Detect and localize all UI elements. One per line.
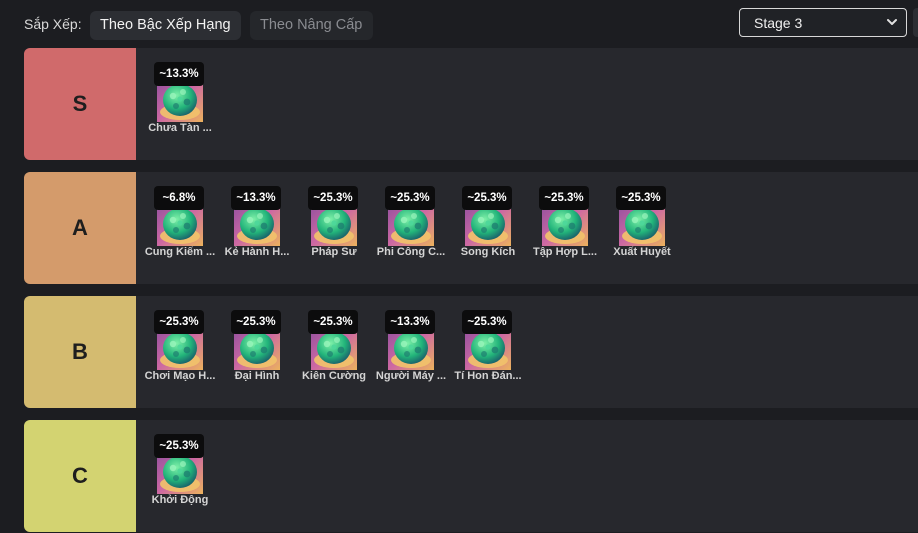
augment-item[interactable]: ~25.3% Đại Hình <box>221 310 297 390</box>
tier-row-s: S ~13.3% Chưa Tàn ... <box>24 48 918 160</box>
tier-label: B <box>24 296 136 408</box>
tier-row-c: C ~25.3% Khởi Động <box>24 420 918 532</box>
sort-by-upgrade-button[interactable]: Theo Nâng Cấp <box>250 11 373 40</box>
augment-name: Pháp Sư <box>311 246 357 258</box>
stage-select[interactable]: Stage 3 <box>739 8 907 37</box>
pick-rate-badge: ~25.3% <box>462 310 512 334</box>
chevron-down-icon <box>887 19 897 25</box>
augment-name: Người Máy ... <box>375 370 447 382</box>
sort-toolbar: Sắp Xếp: Theo Bậc Xếp Hạng Theo Nâng Cấp… <box>0 0 918 48</box>
pick-rate-badge: ~13.3% <box>154 62 204 86</box>
pick-rate-badge: ~13.3% <box>231 186 281 210</box>
augment-name: Phi Công C... <box>376 246 446 258</box>
augment-name: Tập Hợp L... <box>532 246 598 258</box>
pick-rate-badge: ~25.3% <box>231 310 281 334</box>
toolbar-edge-button[interactable] <box>913 8 918 37</box>
sort-by-tier-button[interactable]: Theo Bậc Xếp Hạng <box>90 11 241 40</box>
tier-row-a: A ~6.8% Cung Kiếm ... ~13.3% Kẻ Hành H... ~25… <box>24 172 918 284</box>
pick-rate-badge: ~25.3% <box>616 186 666 210</box>
augment-name: Chơi Mạo H... <box>144 370 216 382</box>
pick-rate-badge: ~6.8% <box>154 186 204 210</box>
augment-name: Kẻ Hành H... <box>224 246 290 258</box>
tier-label: C <box>24 420 136 532</box>
pick-rate-badge: ~25.3% <box>154 310 204 334</box>
augment-item[interactable]: ~25.3% Chơi Mạo H... <box>144 310 220 390</box>
augment-name: Tí Hon Đán... <box>454 370 522 382</box>
pick-rate-badge: ~13.3% <box>385 310 435 334</box>
augment-item[interactable]: ~25.3% Khởi Động <box>144 434 220 514</box>
augment-item[interactable]: ~6.8% Cung Kiếm ... <box>144 186 220 266</box>
augment-item[interactable]: ~25.3% Tí Hon Đán... <box>452 310 528 390</box>
augment-name: Song Kích <box>460 246 516 258</box>
augment-item[interactable]: ~25.3% Tập Hợp L... <box>529 186 605 266</box>
pick-rate-badge: ~25.3% <box>462 186 512 210</box>
augment-item[interactable]: ~25.3% Song Kích <box>452 186 528 266</box>
augment-item[interactable]: ~25.3% Phi Công C... <box>375 186 451 266</box>
tier-label: A <box>24 172 136 284</box>
pick-rate-badge: ~25.3% <box>308 310 358 334</box>
tier-row-b: B ~25.3% Chơi Mạo H... ~25.3% Đại Hình ~25.3%… <box>24 296 918 408</box>
augment-name: Chưa Tàn ... <box>148 122 212 134</box>
augment-name: Khởi Động <box>151 494 209 506</box>
pick-rate-badge: ~25.3% <box>539 186 589 210</box>
augment-name: Đại Hình <box>234 370 280 382</box>
pick-rate-badge: ~25.3% <box>385 186 435 210</box>
stage-select-value: Stage 3 <box>754 15 803 31</box>
augment-item[interactable]: ~13.3% Người Máy ... <box>375 310 451 390</box>
augment-item[interactable]: ~13.3% Chưa Tàn ... <box>144 62 220 142</box>
pick-rate-badge: ~25.3% <box>308 186 358 210</box>
augment-name: Kiên Cường <box>301 370 367 382</box>
augment-item[interactable]: ~13.3% Kẻ Hành H... <box>221 186 297 266</box>
tier-label: S <box>24 48 136 160</box>
augment-item[interactable]: ~25.3% Kiên Cường <box>298 310 374 390</box>
augment-name: Xuất Huyết <box>613 246 671 258</box>
augment-item[interactable]: ~25.3% Pháp Sư <box>298 186 374 266</box>
pick-rate-badge: ~25.3% <box>154 434 204 458</box>
sort-label: Sắp Xếp: <box>24 16 82 32</box>
augment-item[interactable]: ~25.3% Xuất Huyết <box>606 186 682 266</box>
augment-name: Cung Kiếm ... <box>144 246 216 258</box>
